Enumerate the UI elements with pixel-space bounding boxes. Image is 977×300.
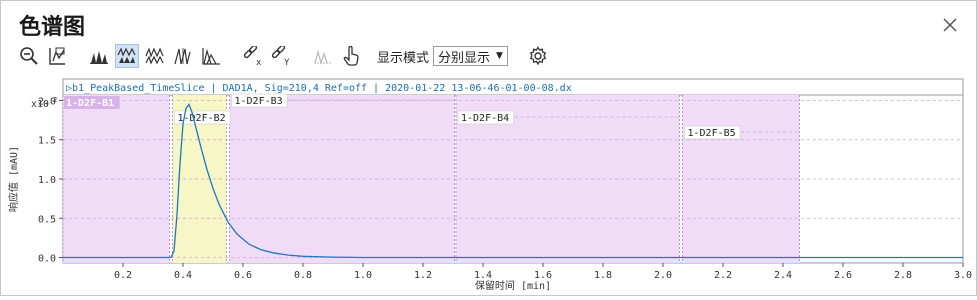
y-tick-label: 0.5 xyxy=(38,214,56,225)
x-tick-label: 2.0 xyxy=(654,270,672,281)
chromatogram-chart[interactable]: ▷b1_PeakBased_TimeSlice | DAD1A, Sig=210… xyxy=(1,77,976,295)
gear-icon[interactable] xyxy=(528,46,548,66)
region-label-5: 1-D2F-B5 xyxy=(688,128,736,139)
chromatogram-window: 色谱图 x Y 显示模式 分别显示 ▼ ▷b1_PeakBased_TimeSl… xyxy=(0,0,977,296)
y-tick-label: 1.0 xyxy=(38,175,56,186)
svg-text:Y: Y xyxy=(284,58,290,66)
y-multiplier-exponent: 2 xyxy=(53,96,57,104)
x-tick-label: 1.0 xyxy=(354,270,372,281)
touch-icon xyxy=(343,45,359,66)
y-tick-label: 0.0 xyxy=(38,254,56,265)
x-tick-label: 2.8 xyxy=(894,270,912,281)
peaks-overlay-button[interactable] xyxy=(87,44,111,68)
region-label-3: 1-D2F-B3 xyxy=(235,96,283,107)
link-y-icon: Y xyxy=(271,46,290,66)
display-mode-value: 分别显示 xyxy=(438,50,491,66)
chevron-down-icon: ▼ xyxy=(496,51,503,61)
y-axis-label: 响应值 [mAU] xyxy=(7,146,20,212)
link-x-icon: x xyxy=(243,46,262,66)
toolbar: x Y 显示模式 分别显示 ▼ xyxy=(17,43,548,69)
link-x-button[interactable]: x xyxy=(241,44,265,68)
zoom-rect-icon xyxy=(49,47,65,65)
y-tick-label: 1.5 xyxy=(38,136,56,147)
x-tick-label: 0.8 xyxy=(294,270,312,281)
zoom-out-button[interactable] xyxy=(17,44,41,68)
peaks-overlay-icon xyxy=(90,51,108,64)
x-tick-label: 1.8 xyxy=(594,270,612,281)
x-tick-label: 0.2 xyxy=(114,270,132,281)
peaks-stacked-icon xyxy=(145,47,164,65)
peaks-separate-icon xyxy=(117,47,136,63)
x-tick-label: 2.6 xyxy=(834,270,852,281)
peaks-area-button[interactable] xyxy=(199,44,223,68)
chromatogram-panel: ▷b1_PeakBased_TimeSlice | DAD1A, Sig=210… xyxy=(1,77,976,295)
x-tick-label: 2.2 xyxy=(714,270,732,281)
chart-header-text: ▷b1_PeakBased_TimeSlice | DAD1A, Sig=210… xyxy=(66,83,572,94)
y-multiplier: x10 xyxy=(31,99,49,110)
x-tick-label: 3.0 xyxy=(954,270,972,281)
baseline-button[interactable] xyxy=(311,44,335,68)
close-icon[interactable] xyxy=(942,17,958,33)
x-axis-label: 保留时间 [min] xyxy=(475,279,551,292)
window-title: 色谱图 xyxy=(19,15,86,40)
x-tick-label: 0.4 xyxy=(174,270,192,281)
x-tick-label: 1.6 xyxy=(534,270,552,281)
peaks-mirror-button[interactable] xyxy=(171,44,195,68)
region-label-4: 1-D2F-B4 xyxy=(461,113,509,124)
svg-text:x: x xyxy=(256,58,262,66)
x-tick-label: 2.4 xyxy=(774,270,792,281)
display-mode-label: 显示模式 xyxy=(377,50,430,66)
display-mode-select[interactable]: 分别显示 ▼ xyxy=(433,46,508,66)
peaks-area-icon xyxy=(202,48,220,65)
touch-button[interactable] xyxy=(339,44,363,68)
peaks-stacked-button[interactable] xyxy=(143,44,167,68)
x-tick-label: 0.6 xyxy=(234,270,252,281)
peaks-mirror-icon xyxy=(174,48,191,65)
region-label-1: 1-D2F-B1 xyxy=(66,98,114,109)
zoom-rect-button[interactable] xyxy=(45,44,69,68)
link-y-button[interactable]: Y xyxy=(269,44,293,68)
x-tick-label: 1.2 xyxy=(414,270,432,281)
baseline-icon xyxy=(314,49,332,66)
peaks-separate-button[interactable] xyxy=(115,44,139,68)
x-tick-label: 1.4 xyxy=(474,270,492,281)
zoom-out-icon xyxy=(20,47,38,65)
